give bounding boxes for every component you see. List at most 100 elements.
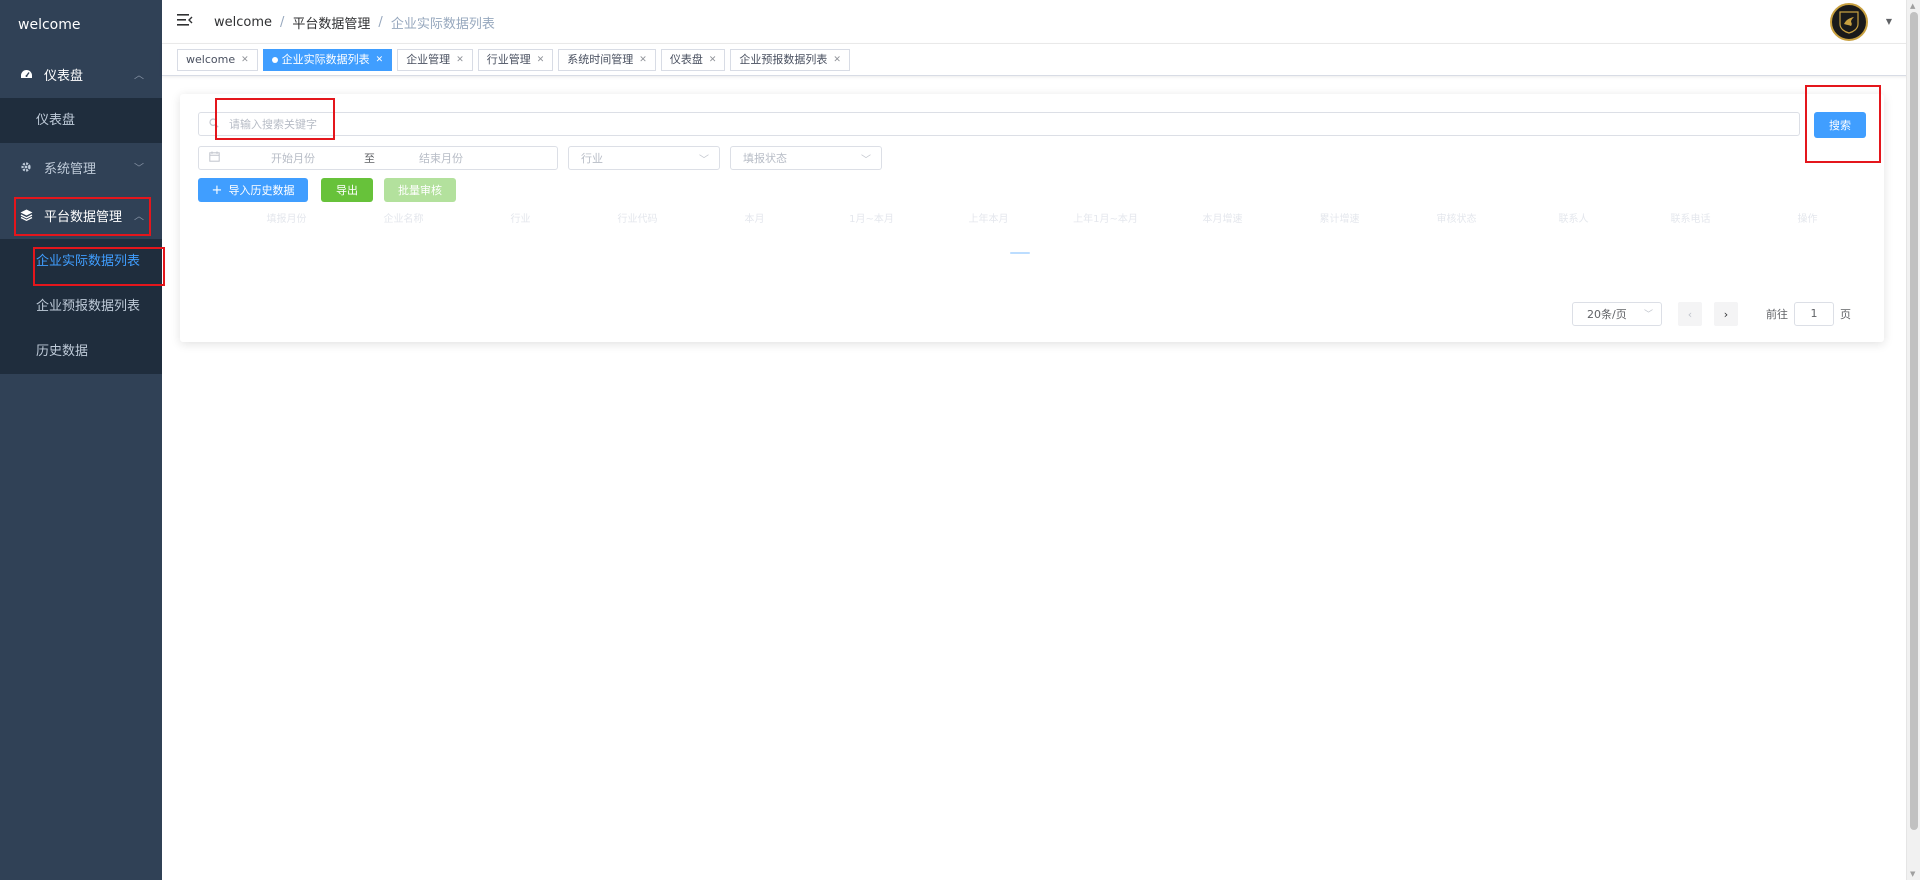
tag-system-time[interactable]: 系统时间管理 ✕ <box>558 48 656 71</box>
tag-label: welcome <box>186 52 236 66</box>
sidebar-subitem-history-data[interactable]: 历史数据 <box>0 329 162 374</box>
prev-page-button[interactable]: ‹ <box>1678 302 1702 326</box>
tag-label: 企业管理 <box>406 52 451 66</box>
range-separator: 至 <box>364 152 375 165</box>
industry-select[interactable]: 行业 ﹀ <box>568 146 720 170</box>
chevron-up-icon: ︿ <box>134 70 144 82</box>
close-icon[interactable]: ✕ <box>456 50 464 70</box>
highlight-box-search-input <box>215 98 335 140</box>
breadcrumb-separator: / <box>280 15 285 30</box>
column-header: 行业 <box>510 214 531 225</box>
vertical-scrollbar[interactable]: ▲ ▼ <box>1906 0 1920 880</box>
sidebar-brand[interactable]: welcome <box>0 0 162 50</box>
status-select-placeholder: 填报状态 <box>743 152 787 165</box>
sidebar-item-label: 系统管理 <box>44 161 97 177</box>
tag-label: 企业实际数据列表 <box>281 52 370 66</box>
plus-icon: + <box>211 182 223 198</box>
page-size-select[interactable]: 20条/页 ﹀ <box>1572 302 1662 326</box>
import-history-label: 导入历史数据 <box>228 184 295 197</box>
column-header: 上年本月 <box>968 214 1009 225</box>
tag-enterprise[interactable]: 企业管理 ✕ <box>397 48 473 71</box>
export-button[interactable]: 导出 <box>321 178 373 202</box>
breadcrumb-current: 企业实际数据列表 <box>390 17 495 32</box>
gear-icon <box>18 161 34 173</box>
tag-welcome[interactable]: welcome ✕ <box>177 48 258 71</box>
tag-label: 行业管理 <box>486 52 531 66</box>
column-header: 1月~本月 <box>849 214 894 225</box>
breadcrumb: welcome / 平台数据管理 / 企业实际数据列表 <box>214 13 495 32</box>
scroll-up-icon[interactable]: ▲ <box>1910 2 1915 10</box>
industry-select-placeholder: 行业 <box>581 152 603 165</box>
chevron-down-icon: ﹀ <box>134 163 144 175</box>
batch-audit-button[interactable]: 批量审核 <box>384 178 456 202</box>
breadcrumb-separator: / <box>378 15 383 30</box>
month-range-picker[interactable]: 开始月份 至 结束月份 <box>198 146 558 170</box>
calendar-icon <box>209 151 220 165</box>
close-icon[interactable]: ✕ <box>709 50 717 70</box>
column-header: 联系人 <box>1558 214 1589 225</box>
breadcrumb-item[interactable]: welcome <box>214 15 272 30</box>
column-header: 审核状态 <box>1436 214 1477 225</box>
status-select[interactable]: 填报状态 ﹀ <box>730 146 882 170</box>
chevron-left-icon: ‹ <box>1687 307 1693 321</box>
content-card: 搜索 开始月份 至 结束月份 行业 ﹀ 填报状态 ﹀ + 导入历史数据 导出 批… <box>180 94 1884 342</box>
column-header: 上年1月~本月 <box>1073 214 1138 225</box>
close-icon[interactable]: ✕ <box>639 50 647 70</box>
tag-label: 企业预报数据列表 <box>739 52 828 66</box>
search-input-wrapper <box>198 112 1800 136</box>
next-page-button[interactable]: › <box>1714 302 1738 326</box>
import-history-button[interactable]: + 导入历史数据 <box>198 178 308 202</box>
active-dot-icon <box>271 56 278 63</box>
select-all-checkbox[interactable] <box>198 210 228 230</box>
tag-industry[interactable]: 行业管理 ✕ <box>477 48 554 71</box>
close-icon[interactable]: ✕ <box>241 50 249 70</box>
chevron-down-icon: ﹀ <box>699 155 709 166</box>
sidebar-subitem-dashboard[interactable]: 仪表盘 <box>0 98 162 143</box>
sidebar-item-system[interactable]: 系统管理 ﹀ <box>0 143 162 191</box>
submenu-dashboard: 仪表盘 <box>0 98 162 143</box>
column-header: 企业名称 <box>383 214 424 225</box>
close-icon[interactable]: ✕ <box>376 50 384 70</box>
chevron-right-icon: › <box>1723 307 1729 321</box>
scrollbar-thumb[interactable] <box>1910 12 1918 830</box>
sidebar: welcome 仪表盘 ︿ 仪表盘 系统管理 ﹀ 平台数据管理 ︿ 企业实际数据… <box>0 0 162 880</box>
breadcrumb-item[interactable]: 平台数据管理 <box>292 13 370 32</box>
scroll-down-icon[interactable]: ▼ <box>1910 870 1915 878</box>
highlight-box-sidebar-platform <box>14 197 151 236</box>
column-header: 本月 <box>744 214 765 225</box>
column-header: 联系电话 <box>1670 214 1711 225</box>
dashboard-icon <box>18 69 34 80</box>
end-month-input[interactable]: 结束月份 <box>419 150 463 166</box>
highlight-box-search-button <box>1805 85 1881 163</box>
column-header: 操作 <box>1797 214 1818 225</box>
sidebar-subitem-forecast-data[interactable]: 企业预报数据列表 <box>0 284 162 329</box>
sidebar-item-dashboard[interactable]: 仪表盘 ︿ <box>0 50 162 98</box>
close-icon[interactable]: ✕ <box>537 50 545 70</box>
loading-spinner-icon <box>1010 252 1030 254</box>
caret-down-icon[interactable]: ▼ <box>1886 17 1892 26</box>
column-header: 本月增速 <box>1202 214 1243 225</box>
search-input[interactable] <box>219 113 1799 135</box>
avatar[interactable] <box>1830 3 1868 41</box>
navbar: welcome / 平台数据管理 / 企业实际数据列表 ▼ <box>162 0 1920 44</box>
tag-label: 系统时间管理 <box>567 52 634 66</box>
tag-actual-data[interactable]: 企业实际数据列表 ✕ <box>262 48 393 71</box>
column-header: 行业代码 <box>617 214 658 225</box>
tag-dashboard[interactable]: 仪表盘 ✕ <box>660 48 726 71</box>
bull-logo-icon <box>1839 11 1859 34</box>
close-icon[interactable]: ✕ <box>833 50 841 70</box>
sidebar-item-label: 仪表盘 <box>44 68 84 84</box>
chevron-down-icon: ﹀ <box>1643 310 1653 320</box>
page-number-input[interactable]: 1 <box>1794 302 1834 326</box>
column-header: 填报月份 <box>266 214 307 225</box>
table-header: 填报月份 企业名称 行业 行业代码 本月 1月~本月 上年本月 上年1月~本月 … <box>198 210 1866 230</box>
page-suffix: 页 <box>1840 308 1851 321</box>
start-month-input[interactable]: 开始月份 <box>271 150 315 166</box>
goto-page: 前往 1 页 <box>1766 302 1851 326</box>
column-header: 累计增速 <box>1319 214 1360 225</box>
page-size-value: 20条/页 <box>1587 308 1627 321</box>
tags-view: welcome ✕ 企业实际数据列表 ✕ 企业管理 ✕ 行业管理 ✕ 系统时间管理 ✕ 仪… <box>162 44 1920 76</box>
tag-label: 仪表盘 <box>669 52 703 66</box>
hamburger-icon[interactable] <box>176 11 194 29</box>
tag-forecast-data[interactable]: 企业预报数据列表 ✕ <box>730 48 850 71</box>
